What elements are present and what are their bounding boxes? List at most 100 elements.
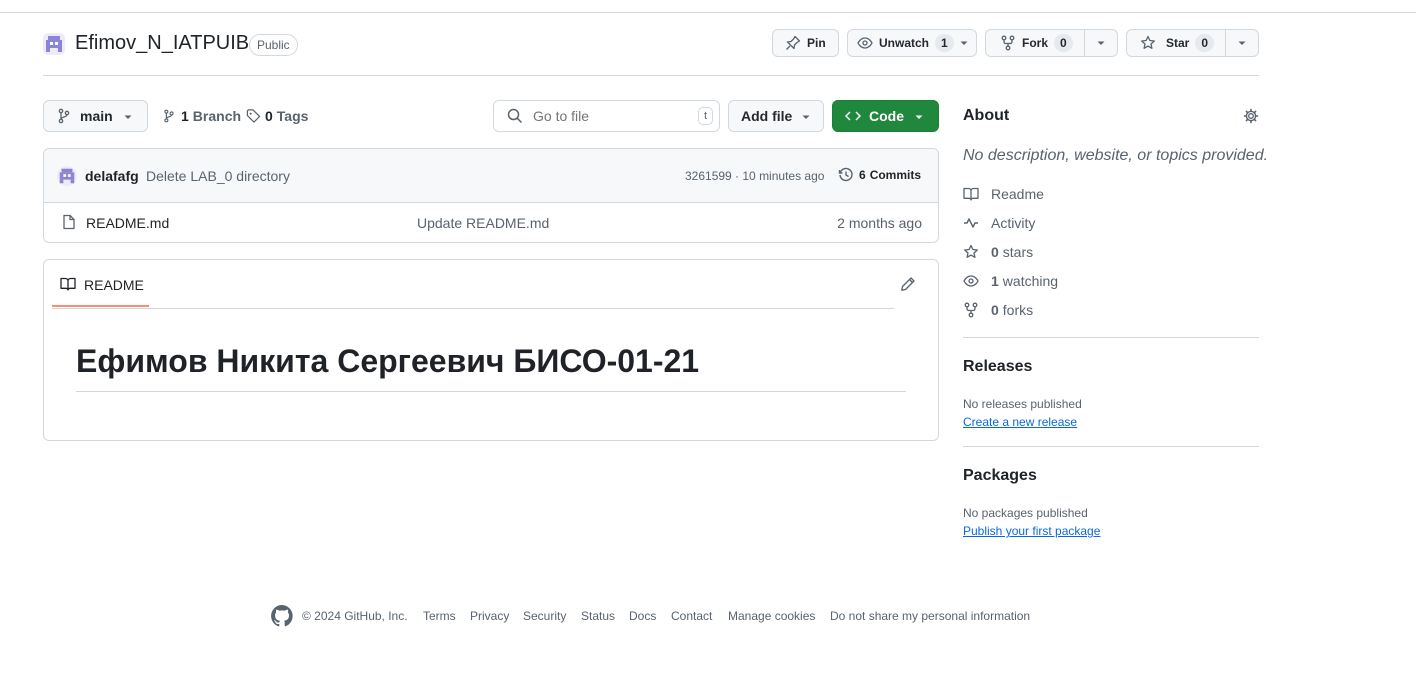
fork-icon: [964, 302, 978, 318]
code-label: Code: [869, 108, 904, 124]
watching-word: watching: [1002, 273, 1059, 289]
fork-dropdown-button[interactable]: [1084, 30, 1117, 56]
unwatch-label: Unwatch: [879, 36, 930, 50]
go-to-file-input[interactable]: [531, 107, 685, 125]
tags-link[interactable]: 0 Tags: [246, 108, 308, 124]
footer-link-docs[interactable]: Docs: [629, 609, 656, 623]
eye-icon: [857, 37, 873, 49]
visibility-badge: Public: [249, 34, 298, 56]
stars-word: stars: [1002, 244, 1034, 260]
footer-link-status[interactable]: Status: [581, 609, 615, 623]
commit-hash-time[interactable]: 3261599 · 10 minutes ago: [685, 169, 824, 183]
latest-commit-bar: delafafg Delete LAB_0 directory 3261599 …: [44, 149, 938, 203]
commit-message[interactable]: Delete LAB_0 directory: [146, 168, 290, 184]
add-file-button[interactable]: Add file: [728, 100, 824, 132]
pulse-icon: [964, 218, 978, 228]
tag-icon: [246, 109, 261, 123]
branch-icon: [164, 109, 174, 123]
file-icon: [63, 214, 75, 230]
chevron-down-icon: [1238, 41, 1246, 45]
file-name[interactable]: README.md: [86, 215, 169, 231]
chevron-down-icon: [959, 39, 969, 47]
sidebar-item-stars[interactable]: 0 stars: [963, 244, 1033, 260]
footer-link-terms[interactable]: Terms: [423, 609, 456, 623]
branch-count: 1: [181, 108, 189, 124]
star-dropdown-button[interactable]: [1225, 30, 1258, 56]
history-icon: [838, 167, 853, 182]
branch-word: Branch: [192, 108, 242, 124]
forks-count: 0: [991, 302, 999, 318]
tag-word: Tags: [276, 108, 309, 124]
tab-readme[interactable]: README: [52, 260, 157, 308]
about-description: No description, website, or topics provi…: [963, 147, 1269, 164]
sidebar-item-forks[interactable]: 0 forks: [963, 302, 1033, 318]
shortcut-key: t: [697, 107, 713, 125]
file-commit-message[interactable]: Update README.md: [417, 215, 549, 231]
gear-icon[interactable]: [1243, 108, 1259, 124]
footer-copyright: © 2024 GitHub, Inc.: [302, 609, 408, 623]
book-icon: [60, 277, 76, 291]
add-file-label: Add file: [741, 108, 793, 124]
watching-count: 1: [991, 273, 999, 289]
sidebar-item-watching[interactable]: 1 watching: [963, 273, 1058, 289]
repo-name[interactable]: Efimov_N_IATPUIB: [75, 32, 249, 55]
commit-author[interactable]: delafafg: [85, 168, 139, 184]
commit-author-avatar[interactable]: [57, 166, 77, 186]
eye-icon: [963, 275, 979, 287]
table-row[interactable]: README.md Update README.md 2 months ago: [44, 203, 938, 243]
footer-link-manage-cookies[interactable]: Manage cookies: [728, 609, 815, 623]
tab-underline: [52, 305, 149, 307]
go-to-file-search[interactable]: t: [493, 100, 720, 132]
commits-word: Commits: [869, 168, 922, 182]
branch-selector[interactable]: main: [43, 100, 148, 132]
branches-link[interactable]: 1 Branch: [162, 108, 241, 124]
star-icon: [1141, 35, 1155, 49]
footer-link-privacy[interactable]: Privacy: [470, 609, 509, 623]
github-logo-icon[interactable]: [270, 604, 294, 628]
pin-button[interactable]: Pin: [772, 29, 839, 57]
stars-count: 0: [991, 244, 999, 260]
fork-counter: 0: [1054, 34, 1073, 52]
footer-link-contact[interactable]: Contact: [671, 609, 712, 623]
file-list: delafafg Delete LAB_0 directory 3261599 …: [43, 148, 939, 243]
sidebar-divider: [963, 337, 1259, 338]
star-counter: 0: [1195, 34, 1215, 52]
search-icon: [507, 108, 523, 124]
file-time: 2 months ago: [837, 215, 922, 231]
pin-label: Pin: [807, 36, 826, 50]
chevron-down-icon: [802, 115, 810, 119]
footer-link-security[interactable]: Security: [523, 609, 566, 623]
readme-panel: README Ефимов Никита Сергеевич БИСО-01-2…: [43, 259, 939, 441]
about-title: About: [963, 107, 1010, 124]
packages-title[interactable]: Packages: [963, 467, 1037, 485]
forks-word: forks: [1002, 302, 1034, 318]
unwatch-button[interactable]: Unwatch 1: [847, 29, 977, 57]
releases-title[interactable]: Releases: [963, 358, 1032, 376]
code-button[interactable]: Code: [832, 100, 939, 132]
packages-empty: No packages published: [963, 506, 1088, 520]
readme-heading: Ефимов Никита Сергеевич БИСО-01-21: [76, 343, 700, 379]
footer-link-do-not-share[interactable]: Do not share my personal information: [830, 609, 1030, 623]
pin-icon: [786, 35, 801, 50]
sidebar-item-activity[interactable]: Activity: [963, 215, 1035, 231]
releases-empty: No releases published: [963, 397, 1082, 411]
commits-link[interactable]: 6 Commits: [838, 167, 921, 183]
sidebar-item-readme[interactable]: Readme: [963, 186, 1044, 202]
chevron-down-icon: [1097, 41, 1105, 45]
sidebar-divider: [963, 446, 1259, 447]
fork-button[interactable]: Fork 0: [985, 29, 1118, 57]
book-icon: [963, 187, 979, 201]
code-icon: [845, 111, 861, 121]
star-label: Star: [1166, 36, 1190, 50]
repo-owner-avatar[interactable]: [43, 33, 65, 55]
tab-readme-label: README: [84, 277, 144, 293]
fork-icon: [1001, 35, 1015, 51]
pencil-icon[interactable]: [900, 276, 916, 292]
create-release-link[interactable]: Create a new release: [963, 415, 1077, 429]
publish-package-link[interactable]: Publish your first package: [963, 524, 1100, 538]
star-button[interactable]: Star 0: [1126, 29, 1259, 57]
branch-name: main: [80, 108, 113, 124]
heading-divider: [76, 391, 906, 392]
watch-counter: 1: [935, 34, 954, 52]
sidebar-item-label: Activity: [991, 215, 1036, 231]
